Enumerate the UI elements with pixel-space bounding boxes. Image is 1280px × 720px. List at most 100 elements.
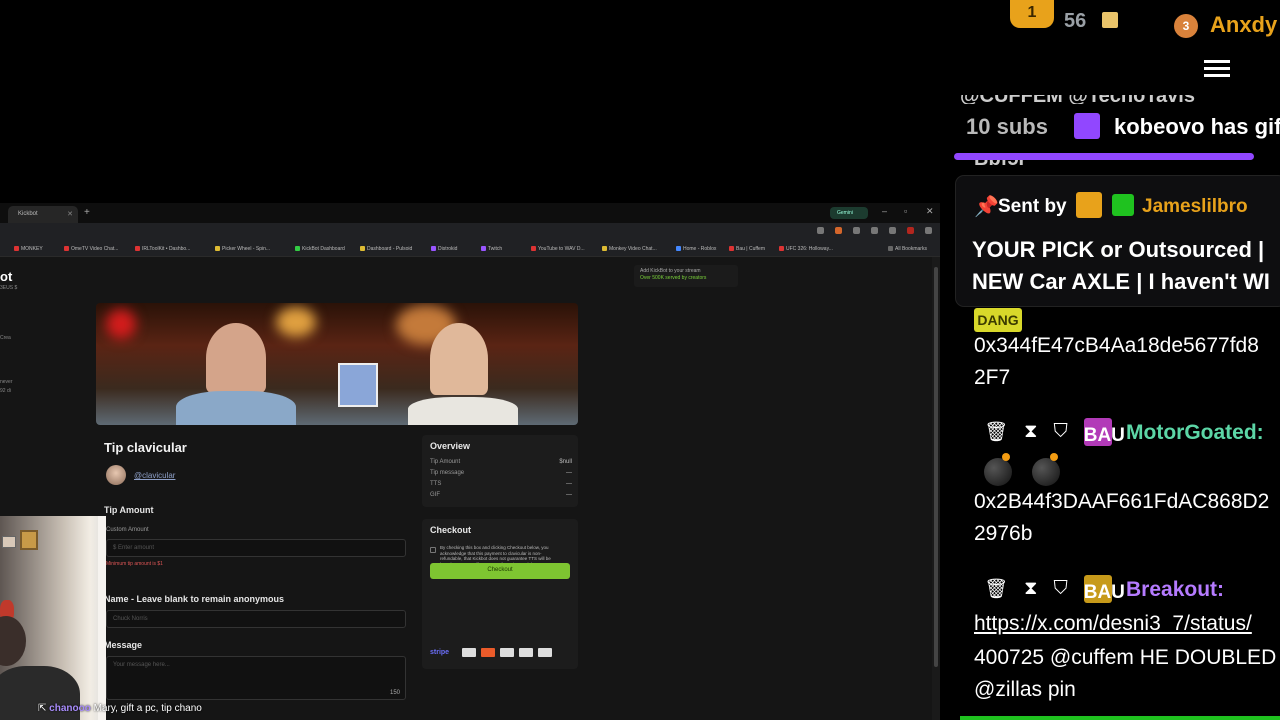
payment-methods: stripe [430, 648, 553, 657]
overview-row: Tip message — [430, 470, 572, 476]
pinned-message[interactable]: 📌 Sent by Jameslilbro YOUR PICK or Outso… [956, 176, 1280, 306]
sub-gifter-text: kobeovo has gift [1114, 114, 1280, 139]
message-char-counter: 150 [390, 690, 401, 696]
promo-line: Over 500K served by creators [640, 275, 707, 281]
rank-1-badge: 1 [1010, 0, 1054, 28]
bookmark-item[interactable]: KickBot Dashboard [295, 246, 345, 252]
pinned-username[interactable]: Jameslilbro [1142, 196, 1248, 218]
maximize-icon[interactable]: ▫ [904, 206, 907, 216]
overview-card: Overview Tip Amount $null Tip message — TT… [422, 435, 578, 507]
bookmark-item[interactable]: IRLToolKit • Dashbo... [135, 246, 190, 252]
custom-amount-label: Custom Amount [106, 527, 149, 533]
stream-capture: Kickbot ✕ + Gemini – ▫ ✕ MONKEY OmeTV Vid… [0, 0, 940, 720]
chat-divider [960, 716, 1280, 720]
chat-message-text: 0x344fE47cB4Aa18de5677fd8 [974, 334, 1259, 357]
streamer-banner-image [96, 303, 578, 425]
extension-icons [817, 227, 932, 234]
webcam-overlay [0, 516, 106, 720]
bomb-emote-icon [984, 453, 1012, 486]
chat-menu-icon[interactable] [1204, 60, 1230, 82]
checkout-button[interactable]: Checkout [430, 563, 570, 579]
gift-icon [1074, 113, 1100, 139]
mastercard-icon [481, 648, 496, 657]
delete-icon[interactable]: 🗑 [984, 420, 1008, 444]
name-input[interactable]: Chuck Norris [106, 610, 406, 628]
nav-item[interactable]: 92 di [0, 388, 11, 394]
amount-input[interactable]: $ Enter amount [106, 539, 406, 557]
discover-icon [519, 648, 534, 657]
chat-message-text: 2976b [974, 522, 1033, 545]
bookmark-item[interactable]: YouTube to WAV D... [531, 246, 585, 252]
browser-tab[interactable]: Kickbot ✕ [8, 206, 78, 223]
timeout-icon[interactable]: ⧗ [1024, 421, 1037, 443]
amex-icon [500, 648, 515, 657]
overview-title: Overview [430, 441, 471, 451]
bookmark-item[interactable]: UFC 326: Holloway... [779, 246, 833, 252]
extension-icon[interactable] [889, 227, 896, 234]
browser-window: Kickbot ✕ + Gemini – ▫ ✕ MONKEY OmeTV Vid… [0, 203, 940, 720]
bookmark-item[interactable]: Distrokid [431, 246, 457, 252]
bookmark-item[interactable]: Bau | Cuffem [729, 246, 765, 252]
nav-item[interactable]: Crea [0, 335, 11, 341]
sent-by-label: Sent by [998, 196, 1067, 217]
gift-icon [1102, 12, 1118, 28]
extension-icon[interactable] [835, 227, 842, 234]
bookmark-item[interactable]: Home - Roblox [676, 246, 716, 252]
tab-close-icon[interactable]: ✕ [67, 210, 73, 218]
bau-badge-icon [1076, 192, 1102, 218]
ban-icon[interactable]: ⛉ [1053, 421, 1067, 443]
extension-icon[interactable] [871, 227, 878, 234]
gemini-button[interactable]: Gemini [830, 207, 868, 219]
profile-icon[interactable] [907, 227, 914, 234]
dang-badge-icon: DANG [974, 308, 1022, 332]
delete-icon[interactable]: 🗑 [984, 577, 1008, 601]
bookmark-item[interactable]: OmeTV Video Chat... [64, 246, 118, 252]
menu-icon[interactable] [925, 227, 932, 234]
page-scrollbar[interactable] [932, 257, 940, 720]
pinned-text: YOUR PICK or Outsourced | NEW Car AXLE |… [972, 237, 1270, 294]
ban-icon[interactable]: ⛉ [1053, 578, 1067, 600]
timeout-icon[interactable]: ⧗ [1024, 578, 1037, 600]
minimize-icon[interactable]: – [882, 206, 887, 216]
new-tab-icon[interactable]: + [84, 207, 90, 218]
address-bar[interactable] [0, 223, 940, 243]
chat-username[interactable]: Breakout: [1126, 578, 1224, 602]
chat-link[interactable]: https://x.com/desni3_7/status/ [974, 612, 1252, 636]
gift-count: 56 [1064, 10, 1087, 32]
extension-icon[interactable] [853, 227, 860, 234]
terms-checkbox[interactable] [430, 547, 436, 553]
bookmark-item[interactable]: Twitch [481, 246, 502, 252]
message-mod-actions: 🗑 ⧗ ⛉ BAU [984, 575, 1125, 603]
nav-item[interactable]: never [0, 379, 13, 385]
chat-message-text: 0x2B44f3DAAF661FdAC868D2 [974, 490, 1270, 513]
promo-title: Add KickBot to your stream [640, 268, 701, 274]
nav-subtext: 3EUS $ [0, 285, 18, 291]
tip-amount-heading: Tip Amount [104, 505, 154, 515]
rank-3-badge: 3 [1174, 14, 1198, 38]
message-textarea[interactable]: Your message here... [106, 656, 406, 700]
overview-row: GIF — [430, 492, 572, 498]
sub-progress-bar [954, 153, 1254, 160]
chat-username: chanooo [49, 703, 91, 714]
chat-message-text: 2F7 [974, 366, 1011, 389]
bau-badge-icon: BAU [1083, 418, 1125, 446]
streamer-handle-link[interactable]: @clavicular [134, 471, 175, 480]
avatar [106, 465, 126, 485]
bookmark-item[interactable]: All Bookmarks [888, 246, 927, 252]
bookmark-item[interactable]: Monkey Video Chat... [602, 246, 657, 252]
chat-panel: 1 56 3 Anxdy @CUFFEM @TechoTavis 10 subs… [940, 0, 1280, 720]
star-icon[interactable] [817, 227, 824, 234]
tab-title: Kickbot [18, 211, 38, 217]
tab-bar: Kickbot ✕ + Gemini – ▫ ✕ [0, 203, 940, 223]
name-heading: Name - Leave blank to remain anonymous [104, 594, 285, 604]
bookmark-item[interactable]: Dashboard - Pulsoid [360, 246, 412, 252]
promo-banner[interactable]: Add KickBot to your stream Over 500K ser… [634, 265, 738, 287]
bookmark-item[interactable]: MONKEY [14, 246, 43, 252]
bookmark-item[interactable]: Picker Wheel - Spin... [215, 246, 270, 252]
chat-username[interactable]: MotorGoated: [1126, 421, 1264, 445]
close-window-icon[interactable]: ✕ [926, 206, 934, 217]
site-logo[interactable]: ot [0, 269, 12, 284]
card-icon [538, 648, 553, 657]
stripe-logo: stripe [430, 649, 450, 656]
leaderboard-name[interactable]: Anxdy [1210, 12, 1277, 38]
